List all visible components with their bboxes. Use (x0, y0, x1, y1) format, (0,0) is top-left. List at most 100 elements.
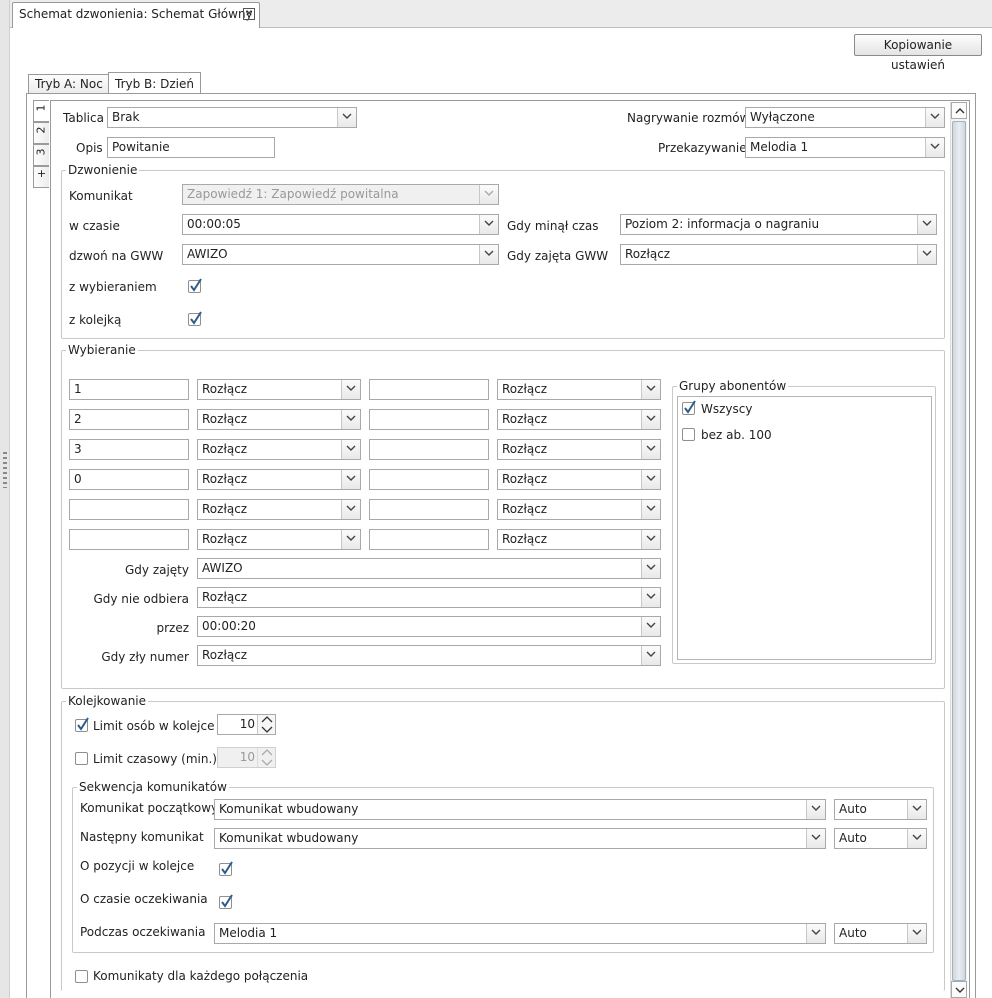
dial-key-input-2[interactable] (369, 529, 489, 550)
chevron-down-icon (341, 470, 360, 489)
nastepny-value: Komunikat wbudowany (219, 831, 359, 845)
dial-action-select[interactable]: Rozłącz (197, 439, 361, 460)
chevron-down-icon (806, 829, 825, 848)
przez-select[interactable]: 00:00:20 (197, 616, 661, 637)
dial-action-select-2[interactable]: Rozłącz (497, 409, 661, 430)
dial-action-select-2[interactable]: Rozłącz (497, 469, 661, 490)
dial-key-input-2[interactable] (369, 439, 489, 460)
gdy-zajety-select[interactable]: AWIZO (197, 558, 661, 579)
gdy-nie-odbiera-value: Rozłącz (202, 590, 248, 604)
checkmark-icon (221, 861, 233, 875)
poczatkowy-mode-value: Auto (839, 802, 867, 816)
doc-tab[interactable]: Schemat dzwonienia: Schemat Główny ✕ (12, 2, 260, 28)
sekwencja-title: Sekwencja komunikatów (77, 780, 229, 794)
limit-czas-value: 10 (239, 750, 255, 764)
tablica-select[interactable]: Brak (107, 107, 357, 128)
chevron-down-icon (907, 800, 926, 819)
dial-action-select[interactable]: Rozłącz (197, 409, 361, 430)
gdy-nie-odbiera-select[interactable]: Rozłącz (197, 587, 661, 608)
chevron-down-icon (917, 215, 936, 234)
grupa-wszyscy-checkbox[interactable] (682, 400, 696, 415)
gdy-zajeta-select[interactable]: Rozłącz (620, 244, 937, 265)
nastepny-select[interactable]: Komunikat wbudowany (214, 828, 826, 849)
pozycja-label: O pozycji w kolejce (80, 859, 195, 873)
dial-key-input-2[interactable] (369, 409, 489, 430)
dial-key-input[interactable] (69, 499, 189, 520)
side-tab-2[interactable]: 2 (33, 122, 49, 144)
z-kolejka-checkbox[interactable] (188, 311, 202, 326)
nastepny-mode-select[interactable]: Auto (834, 828, 927, 849)
grupa-bez-ab-checkbox[interactable] (682, 428, 695, 441)
tab-mode-a[interactable]: Tryb A: Noc (28, 74, 110, 93)
vertical-scrollbar[interactable] (950, 102, 967, 998)
dial-action-select[interactable]: Rozłącz (197, 529, 361, 550)
dial-key-input[interactable]: 3 (69, 439, 189, 460)
dial-key-input[interactable]: 0 (69, 469, 189, 490)
pozycja-checkbox[interactable] (219, 861, 233, 876)
scroll-down-button[interactable] (951, 981, 967, 998)
czas-checkbox[interactable] (219, 894, 233, 909)
spinner-arrows-icon[interactable] (257, 715, 275, 734)
spinner-arrows-icon[interactable] (257, 748, 275, 767)
z-kolejka-label: z kolejką (69, 313, 122, 327)
side-tab-add[interactable]: + (33, 166, 49, 188)
copy-settings-button[interactable]: Kopiowanie ustawień (854, 34, 982, 72)
dial-key-input[interactable] (69, 529, 189, 550)
chevron-down-icon (907, 829, 926, 848)
gdy-zajety-label: Gdy zajęty (124, 563, 189, 577)
dzwon-select[interactable]: AWIZO (182, 244, 499, 265)
podczas-select[interactable]: Melodia 1 (214, 923, 826, 944)
przekazywanie-select[interactable]: Melodia 1 (745, 137, 945, 158)
scroll-thumb[interactable] (952, 121, 966, 981)
w-czasie-label: w czasie (69, 219, 120, 233)
dial-key-input[interactable]: 2 (69, 409, 189, 430)
dial-key-input[interactable]: 1 (69, 379, 189, 400)
dial-key-input-2[interactable] (369, 379, 489, 400)
chevron-down-icon (925, 138, 944, 157)
dial-key-input-2[interactable] (369, 469, 489, 490)
z-wybieraniem-checkbox[interactable] (188, 278, 202, 293)
komunikat-select[interactable]: Zapowiedź 1: Zapowiedź powitalna (182, 184, 499, 205)
w-czasie-select[interactable]: 00:00:05 (182, 214, 499, 235)
dial-action-value-2: Rozłącz (502, 412, 548, 426)
close-icon[interactable]: ✕ (243, 8, 255, 20)
limit-osob-value: 10 (239, 717, 255, 731)
dial-action-select-2[interactable]: Rozłącz (497, 439, 661, 460)
dial-action-select-2[interactable]: Rozłącz (497, 529, 661, 550)
gdy-minal-select[interactable]: Poziom 2: informacja o nagraniu (620, 214, 937, 235)
checkmark-icon (77, 717, 89, 731)
nagrywanie-value: Wyłączone (750, 110, 815, 124)
chevron-down-icon (641, 380, 660, 399)
limit-osob-label: Limit osób w kolejce (93, 719, 215, 733)
nagrywanie-select[interactable]: Wyłączone (745, 107, 945, 128)
gdy-zly-select[interactable]: Rozłącz (197, 645, 661, 666)
poczatkowy-select[interactable]: Komunikat wbudowany (214, 799, 826, 820)
dial-action-select-2[interactable]: Rozłącz (497, 499, 661, 520)
chevron-down-icon (479, 215, 498, 234)
tab-mode-b[interactable]: Tryb B: Dzień (108, 72, 201, 94)
chevron-down-icon (479, 245, 498, 264)
limit-osob-spinner[interactable]: 10 (217, 714, 276, 735)
left-splitter[interactable] (0, 0, 10, 998)
limit-czas-label: Limit czasowy (min.) (93, 752, 217, 766)
dial-action-select[interactable]: Rozłącz (197, 469, 361, 490)
scroll-up-button[interactable] (951, 102, 967, 119)
limit-osob-checkbox[interactable] (75, 717, 89, 732)
dial-action-select-2[interactable]: Rozłącz (497, 379, 661, 400)
chevron-up-icon (955, 108, 965, 114)
chevron-down-icon (806, 800, 825, 819)
copy-settings-label: Kopiowanie ustawień (883, 38, 953, 72)
opis-input[interactable]: Powitanie (107, 137, 275, 158)
chevron-down-icon (479, 185, 498, 204)
kazde-checkbox[interactable] (75, 970, 88, 983)
limit-czas-spinner[interactable]: 10 (217, 747, 276, 768)
side-tab-3[interactable]: 3 (33, 144, 49, 166)
poczatkowy-mode-select[interactable]: Auto (834, 799, 927, 820)
side-tab-1[interactable]: 1 (33, 100, 49, 122)
komunikat-label: Komunikat (69, 189, 133, 203)
podczas-mode-select[interactable]: Auto (834, 923, 927, 944)
limit-czas-checkbox[interactable] (75, 752, 88, 765)
dial-key-input-2[interactable] (369, 499, 489, 520)
dial-action-select[interactable]: Rozłącz (197, 499, 361, 520)
dial-action-select[interactable]: Rozłącz (197, 379, 361, 400)
